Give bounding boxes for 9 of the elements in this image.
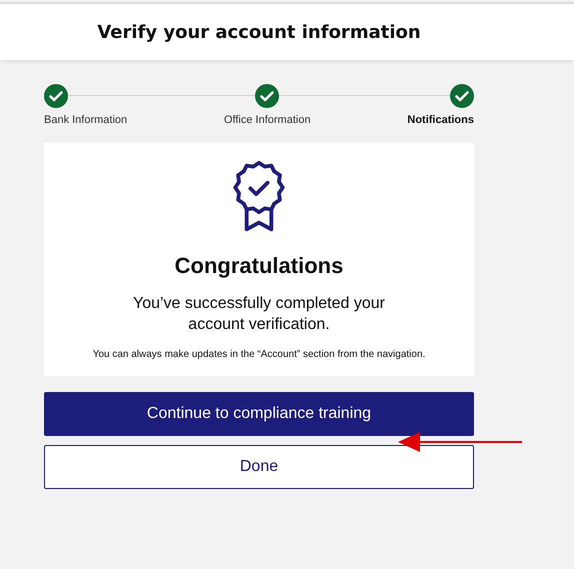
step-label[interactable]: Bank Information (44, 114, 128, 126)
success-message: You’ve successfully completed your account verification. (132, 294, 386, 335)
step-label[interactable]: Notifications (407, 114, 474, 126)
done-button[interactable]: Done (44, 445, 474, 489)
card-heading: Congratulations (174, 253, 344, 279)
continue-button[interactable]: Continue to compliance training (44, 392, 474, 436)
note-text: You can always make updates in the “Account” section from the navigation. (92, 349, 426, 360)
page-title: Verify your account information (96, 22, 422, 42)
step-label[interactable]: Office Information (224, 114, 311, 126)
